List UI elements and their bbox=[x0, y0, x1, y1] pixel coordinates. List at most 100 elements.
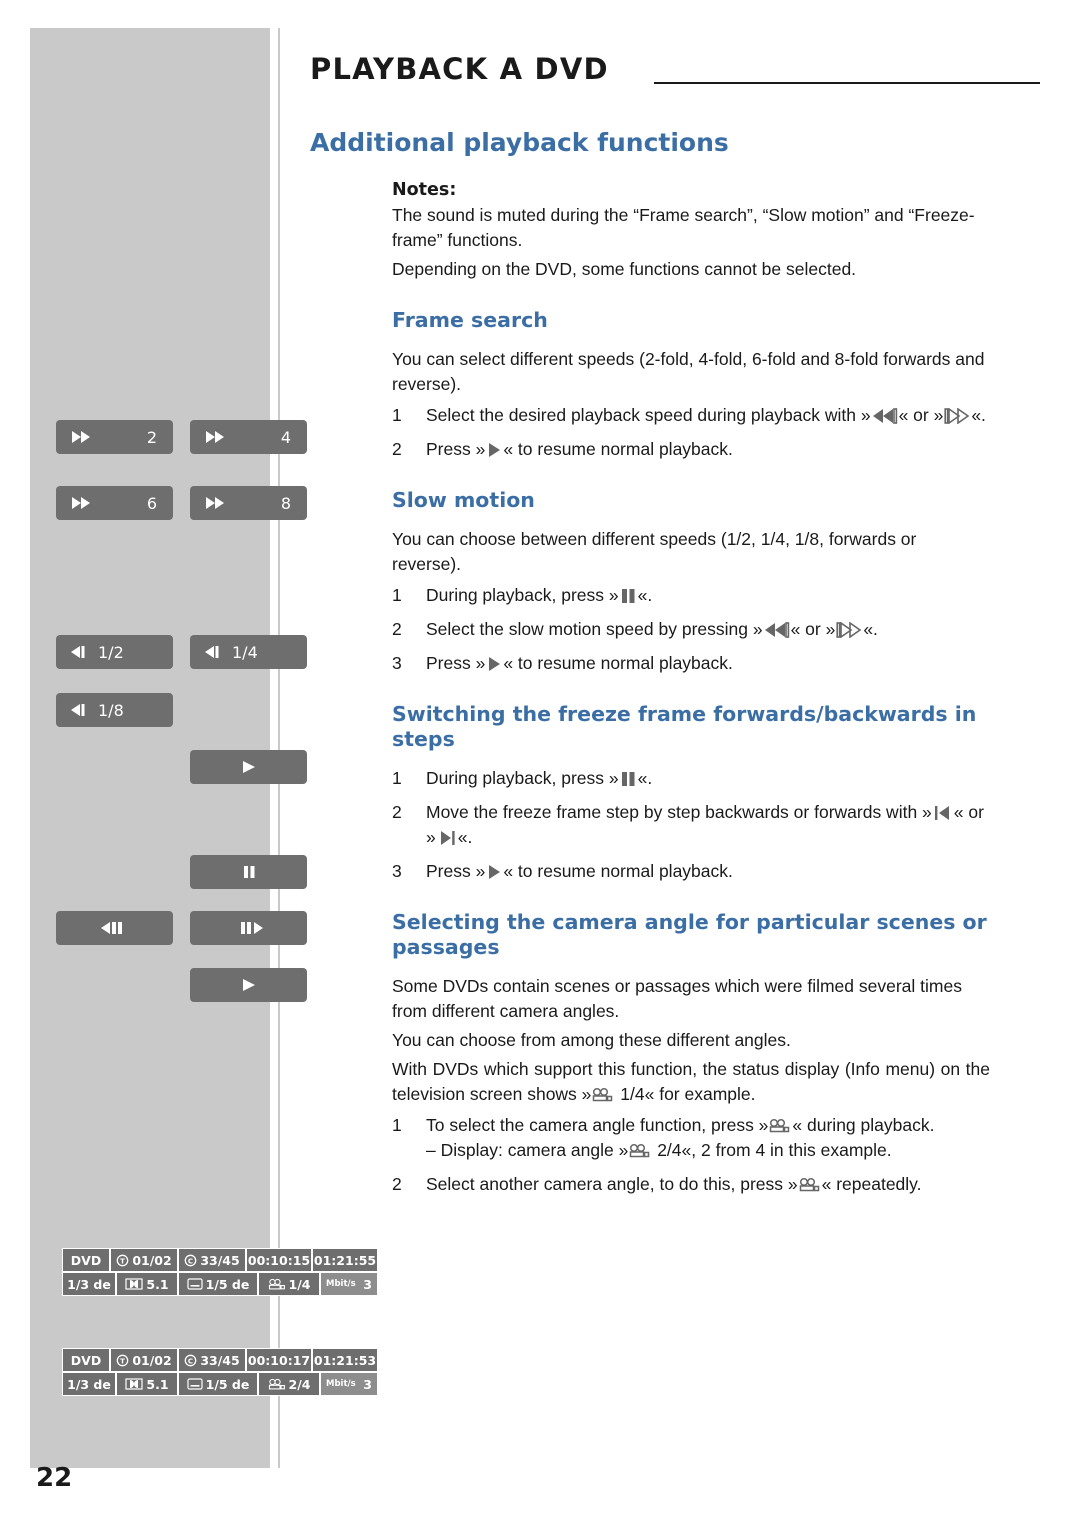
osd-camera-angle: 1/4 bbox=[258, 1272, 320, 1296]
step-number: 1 bbox=[392, 1115, 402, 1135]
osd-total-time: 01:21:55 bbox=[312, 1248, 378, 1272]
status-display-angle-1of4: DVD T 01/02 C 33/45 00:10:15 01:21:55 1/… bbox=[62, 1248, 378, 1296]
button-label: 1/8 bbox=[98, 700, 124, 720]
play-icon bbox=[486, 864, 502, 880]
step-text: Press » bbox=[426, 653, 486, 673]
list-item: 1 During playback, press » «. bbox=[392, 766, 990, 791]
step-text: To select the camera angle function, pre… bbox=[426, 1115, 769, 1135]
slow-reverse-icon bbox=[68, 703, 92, 717]
osd-elapsed-time: 00:10:17 bbox=[246, 1348, 312, 1372]
osd-chapter-number: C 33/45 bbox=[178, 1348, 246, 1372]
step-number: 1 bbox=[392, 405, 402, 425]
heading-camera-angle: Selecting the camera angle for particula… bbox=[392, 910, 987, 959]
camera-angle-icon bbox=[592, 1087, 614, 1103]
mbit-icon: Mbit/s bbox=[326, 1279, 356, 1289]
step-text-mid: « or » bbox=[898, 405, 944, 425]
main-content: Notes: The sound is muted during the “Fr… bbox=[392, 180, 990, 1206]
slow-reverse-icon bbox=[202, 645, 226, 659]
dolby-icon bbox=[125, 1278, 144, 1290]
step-text: Move the freeze frame step by step backw… bbox=[426, 802, 932, 822]
osd-audio-format-value: 5.1 bbox=[146, 1276, 169, 1292]
section-title: Additional playback functions bbox=[310, 128, 729, 157]
osd-chapter-value: 33/45 bbox=[200, 1352, 240, 1368]
camera-angle-icon bbox=[268, 1378, 286, 1391]
osd-audio-track: 1/3 de bbox=[62, 1372, 116, 1396]
osd-bitrate-value: 3 bbox=[363, 1276, 372, 1292]
dolby-icon bbox=[125, 1378, 144, 1390]
page-title: PLAYBACK A DVD bbox=[310, 52, 609, 86]
title-icon: T bbox=[116, 1354, 129, 1367]
button-slow-half: 1/2 bbox=[56, 635, 173, 669]
button-ffwd-2x: 2 bbox=[56, 420, 173, 454]
fast-forward-icon bbox=[944, 408, 970, 424]
play-icon bbox=[238, 759, 260, 775]
osd-total-time: 01:21:53 bbox=[312, 1348, 378, 1372]
step-number: 3 bbox=[392, 653, 402, 673]
osd-bitrate-value: 3 bbox=[363, 1376, 372, 1392]
svg-text:T: T bbox=[120, 1357, 125, 1365]
fast-forward-icon bbox=[836, 622, 862, 638]
step-number: 2 bbox=[392, 1174, 402, 1194]
fast-forward-icon bbox=[70, 430, 96, 444]
button-ffwd-8x: 8 bbox=[190, 486, 307, 520]
slow-reverse-icon bbox=[68, 645, 92, 659]
page-number: 22 bbox=[36, 1463, 73, 1493]
camera-angle-icon bbox=[799, 1177, 821, 1193]
button-play bbox=[190, 750, 307, 784]
button-ffwd-4x: 4 bbox=[190, 420, 307, 454]
camera-angle-icon bbox=[629, 1143, 651, 1159]
button-label: 2 bbox=[146, 427, 157, 447]
osd-audio-track: 1/3 de bbox=[62, 1272, 116, 1296]
button-step-back bbox=[56, 911, 173, 945]
step-number: 2 bbox=[392, 802, 402, 822]
button-ffwd-6x: 6 bbox=[56, 486, 173, 520]
mbit-icon: Mbit/s bbox=[326, 1379, 356, 1389]
camera-angle-para-3: With DVDs which support this function, t… bbox=[392, 1057, 990, 1107]
svg-text:C: C bbox=[188, 1257, 193, 1265]
button-label: 1/4 bbox=[232, 642, 258, 662]
button-label: 8 bbox=[280, 493, 291, 513]
osd-bottom-row: 1/3 de 5.1 1/5 de 1/4 Mbit/s 3 bbox=[62, 1272, 378, 1296]
heading-slow-motion: Slow motion bbox=[392, 488, 535, 512]
camera-angle-para-3-post: 1/4« for example. bbox=[620, 1084, 756, 1104]
step-text-post: «. bbox=[637, 768, 653, 788]
subtitle-icon bbox=[187, 1378, 203, 1390]
display-note-post: 2/4«, 2 from 4 in this example. bbox=[657, 1140, 892, 1160]
osd-bottom-row: 1/3 de 5.1 1/5 de 2/4 Mbit/s 3 bbox=[62, 1372, 378, 1396]
step-number: 1 bbox=[392, 768, 402, 788]
pause-icon bbox=[620, 588, 637, 604]
osd-title-value: 01/02 bbox=[132, 1252, 172, 1268]
slow-motion-intro: You can choose between different speeds … bbox=[392, 529, 917, 574]
button-label: 4 bbox=[280, 427, 291, 447]
osd-title-value: 01/02 bbox=[132, 1352, 172, 1368]
button-label: 1/2 bbox=[98, 642, 124, 662]
step-text-post: « during playback. bbox=[792, 1115, 935, 1135]
frame-search-intro: You can select different speeds (2-fold,… bbox=[392, 349, 985, 394]
osd-audio-format: 5.1 bbox=[116, 1372, 178, 1396]
button-label: 6 bbox=[146, 493, 157, 513]
step-forward-icon bbox=[437, 830, 457, 846]
step-text-post: «. bbox=[457, 827, 473, 847]
list-item: 2 Press » « to resume normal playback. bbox=[392, 437, 990, 462]
freeze-frame-steps: 1 During playback, press » «. 2 Move the … bbox=[392, 766, 990, 884]
step-text-post: « to resume normal playback. bbox=[503, 861, 733, 881]
step-text-post: « to resume normal playback. bbox=[503, 653, 733, 673]
camera-angle-icon bbox=[268, 1278, 286, 1291]
step-text: During playback, press » bbox=[426, 585, 619, 605]
fast-forward-icon bbox=[204, 430, 230, 444]
button-play-2 bbox=[190, 968, 307, 1002]
heading-freeze-frame: Switching the freeze frame forwards/back… bbox=[392, 702, 977, 751]
chapter-icon: C bbox=[184, 1254, 197, 1267]
status-display-angle-2of4: DVD T 01/02 C 33/45 00:10:17 01:21:53 1/… bbox=[62, 1348, 378, 1396]
page-header: PLAYBACK A DVD bbox=[310, 52, 1040, 98]
osd-subtitle: 1/5 de bbox=[178, 1372, 258, 1396]
list-item: 3 Press » « to resume normal playback. bbox=[392, 651, 990, 676]
svg-text:T: T bbox=[120, 1257, 125, 1265]
step-text-mid: « or » bbox=[790, 619, 836, 639]
osd-subtitle-value: 1/5 de bbox=[205, 1376, 250, 1392]
notes-line-1: The sound is muted during the “Frame sea… bbox=[392, 205, 975, 250]
osd-bitrate: Mbit/s 3 bbox=[320, 1372, 378, 1396]
osd-bitrate: Mbit/s 3 bbox=[320, 1272, 378, 1296]
osd-chapter-value: 33/45 bbox=[200, 1252, 240, 1268]
osd-disc-type: DVD bbox=[62, 1248, 110, 1272]
